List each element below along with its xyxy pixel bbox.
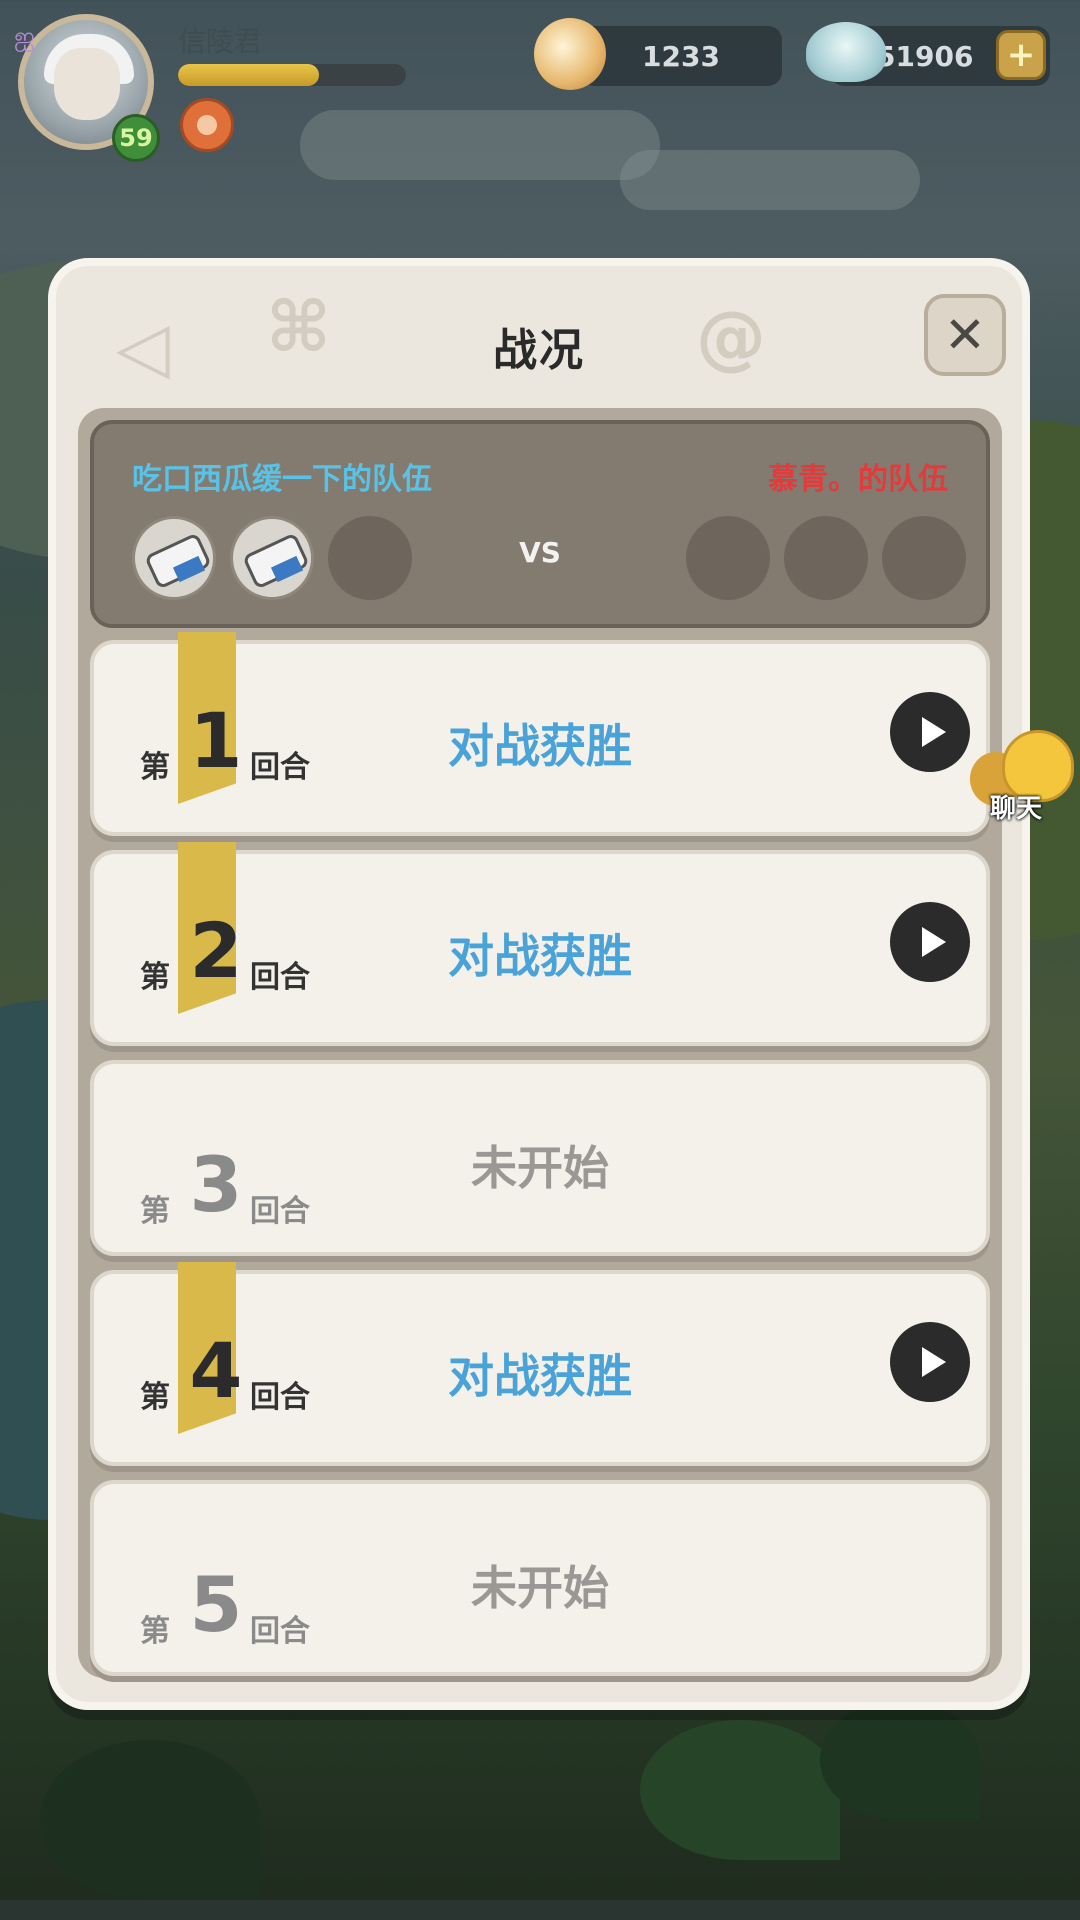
replay-play-icon[interactable] — [890, 692, 970, 772]
round-status: 对战获胜 — [448, 929, 632, 983]
buff-icon[interactable] — [180, 98, 234, 152]
team-right-empty-slot — [882, 516, 966, 600]
dialog-content: 吃口西瓜缓一下的队伍 慕青。的队伍 VS 第 1 回合 对战获胜 第 2 回合 … — [78, 408, 1002, 1678]
round-status: 对战获胜 — [448, 1349, 632, 1403]
round-status: 对战获胜 — [448, 719, 632, 773]
avatar-face — [54, 48, 120, 120]
team-right-empty-slot — [686, 516, 770, 600]
battle-status-dialog: ◁ ⌘ @ 战况 ✕ 吃口西瓜缓一下的队伍 慕青。的队伍 VS 第 1 回合 对… — [48, 258, 1030, 1710]
pearl-count: 1233 — [642, 39, 720, 73]
round-row-5: 第 5 回合 未开始 — [90, 1480, 990, 1676]
pearl-counter: 1233 — [580, 26, 782, 86]
level-badge: 59 — [112, 114, 160, 162]
bottom-strip — [0, 1900, 1080, 1920]
round-row-3: 第 3 回合 未开始 — [90, 1060, 990, 1256]
round-row-4[interactable]: 第 4 回合 对战获胜 — [90, 1262, 990, 1466]
team-right-name: 慕青。的队伍 — [768, 462, 948, 497]
player-name: 信陵君 — [178, 25, 263, 58]
team-right-empty-slot — [784, 516, 868, 600]
matchup-panel: 吃口西瓜缓一下的队伍 慕青。的队伍 VS — [90, 420, 990, 628]
round-row-2[interactable]: 第 2 回合 对战获胜 — [90, 842, 990, 1046]
replay-play-icon[interactable] — [890, 902, 970, 982]
round-status: 未开始 — [471, 1141, 609, 1195]
replay-play-icon[interactable] — [890, 1322, 970, 1402]
round-row-1[interactable]: 第 1 回合 对战获胜 — [90, 632, 990, 836]
round-status: 未开始 — [471, 1561, 609, 1615]
dialog-title: 战况 — [493, 325, 585, 376]
vip-icon: ஐ — [14, 22, 35, 52]
shell-icon — [806, 22, 886, 82]
close-icon: ✕ — [944, 306, 986, 364]
team-left-name: 吃口西瓜缓一下的队伍 — [132, 462, 432, 497]
exp-bar — [178, 64, 406, 86]
pearl-icon — [534, 18, 606, 90]
add-shells-button[interactable]: + — [996, 30, 1046, 80]
close-button[interactable]: ✕ — [924, 294, 1006, 376]
chat-label: 聊天 — [990, 794, 1043, 824]
exp-bar-fill — [178, 64, 320, 86]
chat-button[interactable]: 聊天 — [970, 730, 1080, 830]
